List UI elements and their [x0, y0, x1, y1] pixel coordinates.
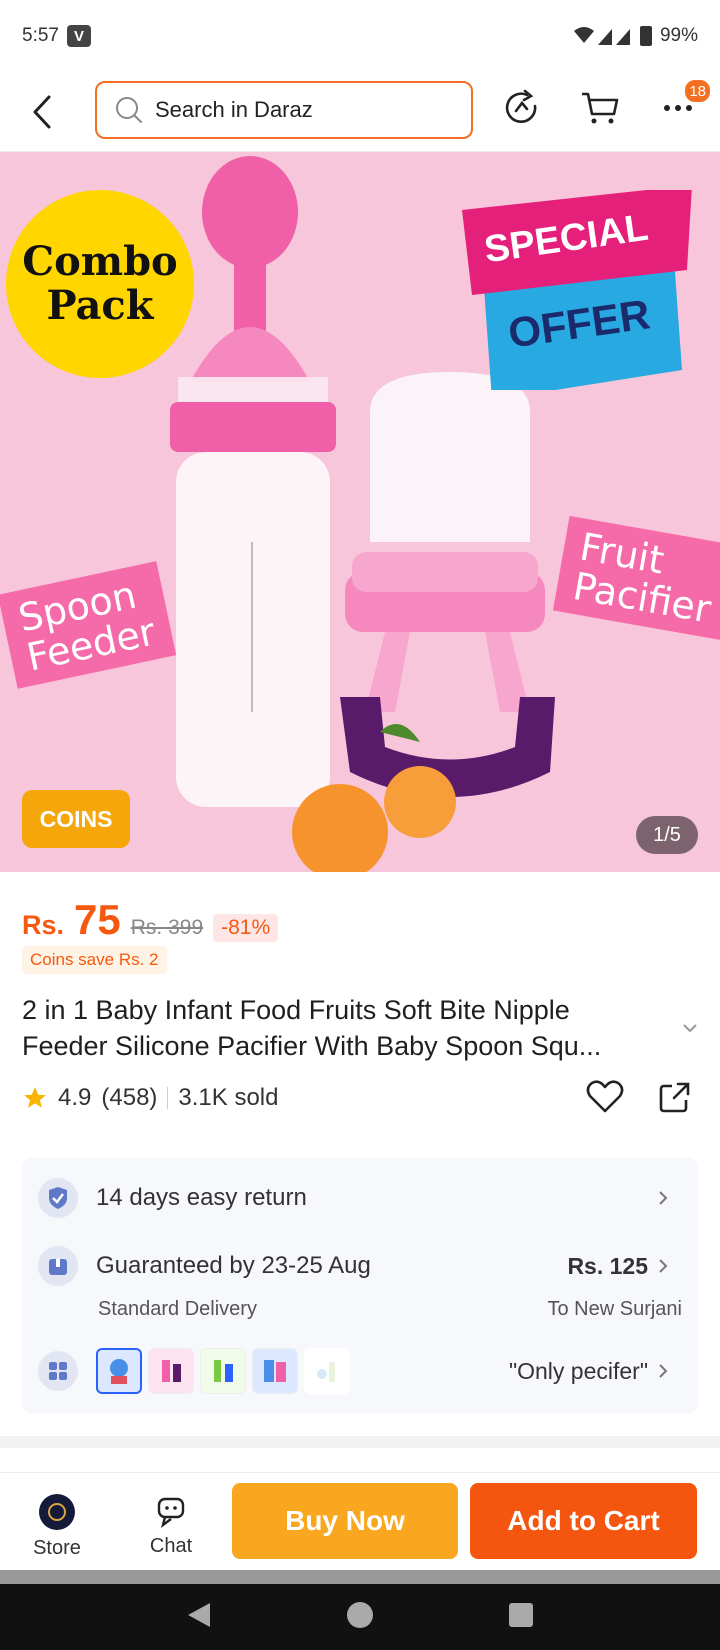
add-to-cart-button[interactable]: Add to Cart: [470, 1483, 697, 1559]
return-label: 14 days easy return: [96, 1184, 307, 1211]
delivery-info-card: 14 days easy return Guaranteed by 23-25 …: [22, 1158, 698, 1414]
expand-title-button[interactable]: [682, 1020, 698, 1038]
back-arrow-icon: [33, 95, 51, 128]
coins-badge: COINS: [22, 790, 130, 848]
chevron-down-icon: [683, 1024, 697, 1033]
status-left: 5:57 V: [22, 25, 91, 47]
coins-save-badge: Coins save Rs. 2: [22, 946, 167, 974]
store-label: Store: [33, 1537, 81, 1559]
variant-selected-label: "Only pecifer": [508, 1357, 648, 1384]
system-home-button[interactable]: [345, 1600, 375, 1635]
chat-label: Chat: [149, 1535, 193, 1557]
combo-line1: Combo: [22, 238, 178, 285]
share-icon: [659, 1082, 690, 1113]
top-nav: Search in Daraz 18: [0, 72, 720, 152]
buy-now-button[interactable]: Buy Now: [232, 1483, 458, 1559]
variant-thumbnails: [96, 1348, 350, 1394]
chat-button[interactable]: Chat: [126, 1493, 216, 1558]
delivery-row[interactable]: Guaranteed by 23-25 Aug Rs. 125: [38, 1246, 682, 1286]
delivery-sub: Standard Delivery: [98, 1298, 257, 1320]
combo-line2: Pack: [46, 282, 154, 329]
wifi-signal-icon: [573, 27, 630, 45]
store-logo-icon: [39, 1494, 75, 1530]
header-actions: 18: [498, 78, 712, 132]
spoon-feeder-text: Spoon Feeder: [14, 572, 159, 680]
delivery-price: Rs. 125: [567, 1252, 648, 1279]
product-actions: [586, 1080, 692, 1119]
system-recents-button[interactable]: [508, 1602, 534, 1633]
system-navigation-bar: [0, 1584, 720, 1650]
cart-button[interactable]: [576, 84, 624, 132]
share-button[interactable]: [658, 1080, 692, 1119]
divider: [167, 1087, 169, 1109]
back-button[interactable]: [18, 88, 66, 136]
combo-pack-badge: Combo Pack: [6, 190, 194, 378]
chevron-right-icon: [659, 1259, 668, 1273]
discount-badge: -81%: [213, 914, 279, 942]
review-count: (458): [101, 1084, 158, 1111]
variant-thumb[interactable]: [252, 1348, 298, 1394]
variant-thumb[interactable]: [148, 1348, 194, 1394]
more-dots-icon: [664, 105, 692, 111]
variant-thumb[interactable]: [200, 1348, 246, 1394]
search-icon: [116, 97, 142, 123]
wishlist-button[interactable]: [586, 1080, 624, 1119]
product-title: 2 in 1 Baby Infant Food Fruits Soft Bite…: [22, 995, 602, 1061]
more-menu-button[interactable]: 18: [654, 78, 712, 132]
search-input[interactable]: Search in Daraz: [95, 81, 473, 139]
rating-row[interactable]: 4.9 (458) 3.1K sold: [22, 1084, 278, 1112]
status-bar: 5:57 V 99%: [0, 0, 720, 72]
sold-count: 3.1K sold: [178, 1084, 279, 1111]
bottom-action-bar: Store Chat Buy Now Add to Cart: [0, 1472, 720, 1570]
delivery-price-group: Rs. 125: [567, 1253, 668, 1280]
chevron-right-icon: [659, 1364, 668, 1378]
refresh-icon: [505, 89, 537, 123]
variants-grid-icon: [38, 1351, 78, 1391]
image-counter: 1/5: [636, 816, 698, 854]
delivery-label: Guaranteed by 23-25 Aug: [96, 1252, 371, 1279]
notification-badge: 18: [683, 78, 712, 104]
gesture-bar: [0, 1570, 720, 1584]
price-row: Rs. 75 Rs. 399 -81%: [22, 896, 279, 944]
status-right: 99%: [572, 25, 698, 47]
refresh-button[interactable]: [498, 84, 546, 132]
app-notification-icon: V: [66, 25, 91, 47]
product-image-carousel[interactable]: Combo Pack SPECIAL OFFER Spoon Feeder Fr…: [0, 152, 720, 872]
variant-thumb[interactable]: [96, 1348, 142, 1394]
circle-home-icon: [346, 1601, 373, 1628]
original-price: Rs. 399: [130, 916, 204, 939]
status-time: 5:57: [22, 25, 59, 46]
square-recents-icon: [508, 1602, 533, 1627]
triangle-back-icon: [188, 1602, 211, 1627]
battery-icon: [639, 26, 652, 46]
system-back-button[interactable]: [186, 1601, 212, 1634]
variant-thumb[interactable]: [304, 1348, 350, 1394]
section-divider: [0, 1436, 720, 1448]
shield-check-icon: [38, 1178, 78, 1218]
heart-icon: [586, 1080, 624, 1113]
delivery-location: To New Surjani: [547, 1298, 682, 1320]
rating-value: 4.9: [58, 1084, 92, 1111]
search-placeholder: Search in Daraz: [155, 97, 313, 122]
fruit-pacifier-text: Fruit Pacifier: [569, 524, 715, 632]
chevron-right-icon: [659, 1191, 668, 1205]
special-offer-banner: SPECIAL OFFER: [462, 190, 692, 390]
delivery-box-icon: [38, 1246, 78, 1286]
store-button[interactable]: Store: [12, 1493, 102, 1560]
return-chevron: [658, 1190, 668, 1206]
current-price: 75: [74, 896, 121, 943]
star-icon: [24, 1087, 46, 1108]
battery-percent: 99%: [659, 25, 698, 46]
cart-icon: [582, 92, 619, 124]
signal-icons: [572, 25, 632, 47]
variant-row[interactable]: "Only pecifer": [38, 1348, 682, 1394]
chat-icon: [157, 1497, 185, 1528]
return-policy-row[interactable]: 14 days easy return: [38, 1178, 682, 1218]
currency-label: Rs.: [22, 910, 65, 940]
variant-selection: "Only pecifer": [509, 1358, 668, 1385]
